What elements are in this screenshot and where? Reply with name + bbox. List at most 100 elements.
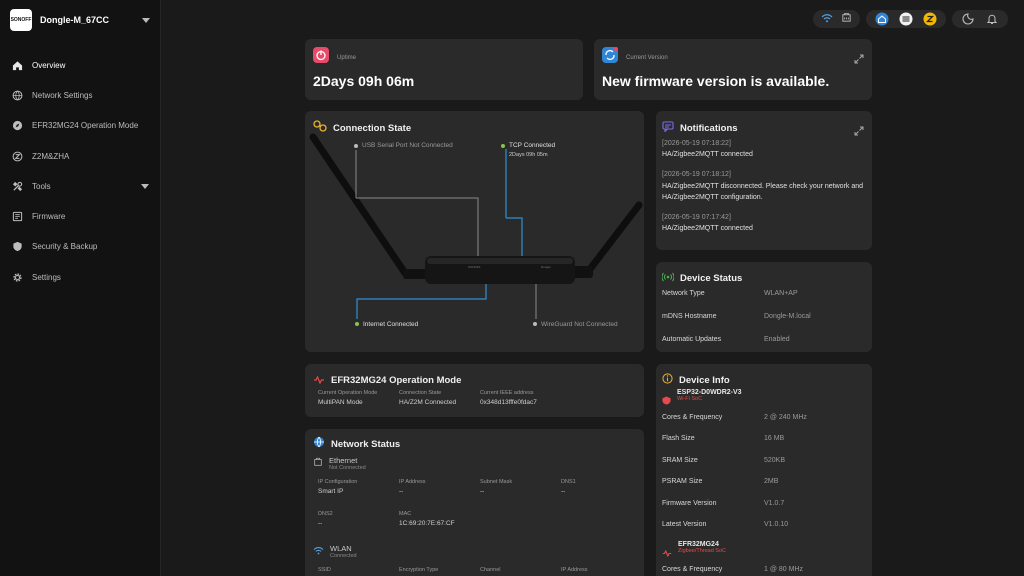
sidebar-item-label: Security & Backup bbox=[32, 242, 98, 252]
chip2-header: EFR32MG24 Zigbee/Thread SoC bbox=[662, 541, 726, 562]
ethernet-name: Ethernet bbox=[329, 455, 358, 465]
chip-icon bbox=[313, 371, 325, 389]
device-selector[interactable]: SONOFF Dongle-M_67CC bbox=[0, 0, 160, 40]
sidebar-item-security-backup[interactable]: Security & Backup bbox=[0, 232, 160, 262]
z2m-icon bbox=[11, 150, 23, 162]
compass-icon bbox=[11, 120, 23, 132]
info-key: Latest Version bbox=[662, 520, 707, 528]
notifications-title: Notifications bbox=[680, 122, 738, 134]
detail-label: IP Configuration bbox=[318, 479, 358, 485]
device-status-card: Device Status Network Type WLAN+AP mDNS … bbox=[656, 262, 872, 352]
detail-label: DNS1 bbox=[561, 479, 576, 485]
refresh-icon bbox=[602, 47, 618, 68]
ieee-address-col: Current IEEE address 0x348d13fffe0fdac7 bbox=[480, 390, 590, 406]
info-value: 2MB bbox=[764, 478, 779, 486]
notifications-list: [2026-05-19 07:18:22] HA/Zigbee2MQTT con… bbox=[662, 138, 864, 243]
info-key: Firmware Version bbox=[662, 499, 717, 507]
device-label-right: Dongle bbox=[541, 265, 551, 269]
info-key: SRAM Size bbox=[662, 456, 698, 464]
info-icon bbox=[662, 371, 673, 389]
connection-pill bbox=[813, 10, 860, 28]
device-info-list: Cores & Frequency 2 @ 240 MHz Flash Size 1… bbox=[662, 414, 867, 542]
chip1-subtitle: Wi-Fi SoC bbox=[677, 396, 703, 402]
globe-icon bbox=[11, 89, 23, 101]
notification-icon bbox=[662, 119, 674, 137]
usb-status-dot bbox=[354, 144, 358, 148]
tcp-uptime-label: 2Days 09h 05m bbox=[509, 152, 548, 158]
detail-label: MAC bbox=[399, 511, 412, 517]
sidebar-item-label: Network Settings bbox=[32, 90, 93, 100]
wifi-icon bbox=[313, 542, 324, 560]
info-value: 16 MB bbox=[764, 435, 785, 443]
status-row: mDNS Hostname Dongle-M.local bbox=[662, 313, 867, 336]
operation-mode-card: EFR32MG24 Operation Mode Current Operati… bbox=[305, 364, 644, 417]
bell-icon[interactable] bbox=[984, 11, 1000, 27]
detail-value: 1C:69:20:7E:67:CF bbox=[399, 520, 455, 527]
wlan-detail: IP Address bbox=[561, 567, 642, 573]
detail-label: IP Address bbox=[399, 479, 426, 485]
wlan-name: WLAN bbox=[330, 543, 352, 553]
sidebar-item-network-settings[interactable]: Network Settings bbox=[0, 80, 160, 110]
home-assistant-icon[interactable] bbox=[874, 11, 890, 27]
ethernet-details-row2: DNS2 -- MAC 1C:69:20:7E:67:CF bbox=[318, 511, 519, 527]
device-status-list: Network Type WLAN+AP mDNS Hostname Dongl… bbox=[662, 290, 867, 352]
sidebar: SONOFF Dongle-M_67CC Overview Network Se… bbox=[0, 0, 161, 576]
sidebar-item-operation-mode[interactable]: EFR32MG24 Operation Mode bbox=[0, 111, 160, 141]
info-key: Cores & Frequency bbox=[662, 566, 723, 573]
wifi-icon[interactable] bbox=[821, 10, 833, 28]
expand-icon[interactable] bbox=[854, 123, 864, 136]
ethernet-icon[interactable] bbox=[841, 10, 852, 28]
notification-timestamp: [2026-05-19 07:17:42] bbox=[662, 213, 731, 221]
power-icon bbox=[313, 47, 329, 68]
status-row: Automatic Updates Enabled bbox=[662, 336, 867, 352]
detail-label: SSID bbox=[318, 567, 331, 573]
sidebar-item-label: Settings bbox=[32, 272, 61, 282]
notification-timestamp: [2026-05-19 07:18:12] bbox=[662, 171, 731, 179]
version-card[interactable]: Current Version New firmware version is … bbox=[594, 39, 872, 100]
globe-icon bbox=[313, 435, 325, 453]
zigbee2mqtt-icon[interactable] bbox=[898, 11, 914, 27]
sidebar-item-overview[interactable]: Overview bbox=[0, 50, 160, 80]
sidebar-item-label: EFR32MG24 Operation Mode bbox=[32, 121, 139, 131]
chevron-down-icon bbox=[142, 17, 150, 23]
operation-mode-col: Current Operation Mode MultiPAN Mode bbox=[318, 390, 399, 406]
chip2-subtitle: Zigbee/Thread SoC bbox=[678, 548, 726, 554]
gear-icon bbox=[11, 271, 23, 283]
shield-icon bbox=[11, 241, 23, 253]
info-row: Cores & Frequency 2 @ 240 MHz bbox=[662, 414, 867, 435]
version-label: Current Version bbox=[626, 54, 668, 61]
detail-value: -- bbox=[318, 520, 323, 527]
sidebar-nav: Overview Network Settings EFR32MG24 Oper… bbox=[0, 50, 160, 292]
expand-icon[interactable] bbox=[854, 51, 864, 64]
sidebar-item-settings[interactable]: Settings bbox=[0, 262, 160, 292]
device-info-list-2: Cores & Frequency 1 @ 80 MHz bbox=[662, 566, 867, 576]
ethernet-icon bbox=[313, 454, 323, 472]
detail-label: Subnet Mask bbox=[480, 479, 513, 485]
ethernet-detail: DNS1 -- bbox=[561, 479, 642, 495]
sidebar-item-z2m-zha[interactable]: Z2M&ZHA bbox=[0, 141, 160, 171]
home-icon bbox=[11, 59, 23, 71]
version-value: New firmware version is available. bbox=[602, 73, 830, 89]
theme-toggle-icon[interactable] bbox=[960, 11, 976, 27]
detail-label: Encryption Type bbox=[399, 567, 439, 573]
detail-value: MultiPAN Mode bbox=[318, 399, 363, 406]
detail-label: IP Address bbox=[561, 567, 588, 573]
top-toolbar bbox=[813, 10, 1008, 28]
internet-status-dot bbox=[355, 322, 359, 326]
uptime-label: Uptime bbox=[337, 54, 357, 61]
sidebar-item-tools[interactable]: Tools bbox=[0, 171, 160, 201]
integrations-pill bbox=[866, 10, 946, 28]
sidebar-item-firmware[interactable]: Firmware bbox=[0, 201, 160, 231]
operation-mode-details: Current Operation Mode MultiPAN Mode Con… bbox=[318, 390, 590, 406]
device-name: Dongle-M_67CC bbox=[40, 15, 110, 25]
info-value: 1 @ 80 MHz bbox=[764, 566, 804, 573]
device-info-card: Device Info ESP32-D0WDR2-V3 Wi-Fi SoC Co… bbox=[656, 364, 872, 576]
wlan-detail: Encryption Type bbox=[399, 567, 480, 573]
ethernet-detail: Subnet Mask -- bbox=[480, 479, 561, 495]
notification-message: HA/Zigbee2MQTT disconnected. Please chec… bbox=[662, 182, 864, 201]
wlan-state: Connected bbox=[330, 552, 357, 559]
list-item: [2026-05-19 07:18:22] HA/Zigbee2MQTT con… bbox=[662, 138, 864, 160]
info-key: Flash Size bbox=[662, 435, 695, 443]
tools-icon bbox=[11, 180, 23, 192]
zha-icon[interactable] bbox=[922, 11, 938, 27]
